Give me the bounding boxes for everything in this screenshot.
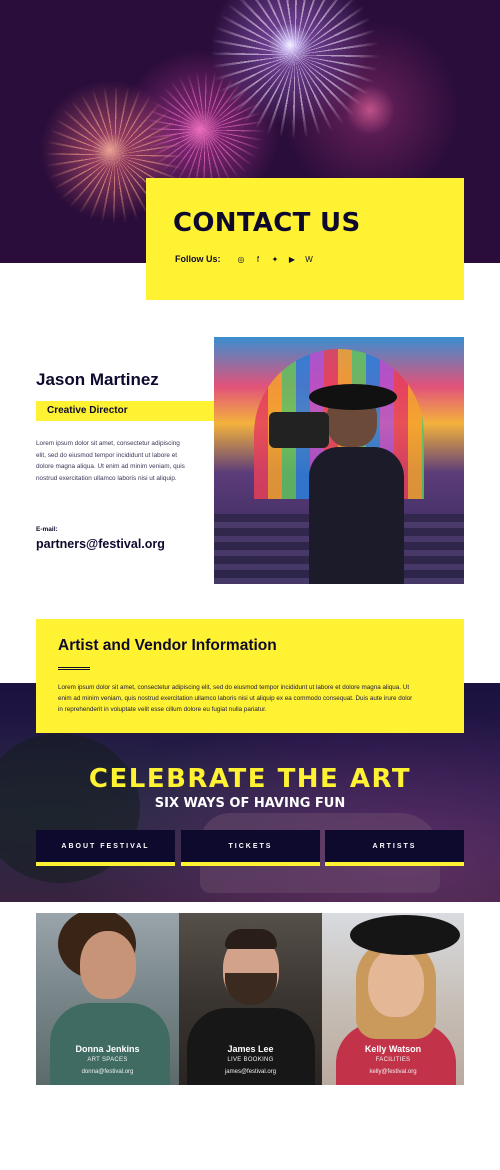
instagram-icon[interactable]: ◎ <box>233 252 250 266</box>
youtube-icon[interactable]: ▶ <box>284 252 301 266</box>
team-name: Donna Jenkins <box>75 1044 140 1054</box>
team-email[interactable]: james@festival.org <box>179 1069 322 1075</box>
firework-image <box>145 70 265 190</box>
social-follow: Follow Us: ◎ f ✦ ▶ W <box>175 252 318 266</box>
team-email[interactable]: donna@festival.org <box>36 1069 179 1075</box>
twitter-icon[interactable]: ✦ <box>267 252 284 266</box>
team-card: James Lee LIVE BOOKING james@festival.or… <box>179 913 322 1085</box>
celebrate-title: CELEBRATE THE ART <box>88 764 412 794</box>
tickets-button[interactable]: TICKETS <box>181 830 320 866</box>
team-photo <box>368 949 424 1017</box>
team-role: FACILITIES <box>375 1057 411 1063</box>
divider <box>58 667 90 670</box>
profile-bio: Lorem ipsum dolor sit amet, consectetur … <box>36 440 185 482</box>
wordpress-icon[interactable]: W <box>301 252 318 266</box>
team-card: Kelly Watson FACILITIES kelly@festival.o… <box>322 913 464 1085</box>
vendor-text: Lorem ipsum dolor sit amet, consectetur … <box>58 684 413 713</box>
artists-button[interactable]: ARTISTS <box>325 830 464 866</box>
follow-label: Follow Us: <box>175 254 221 264</box>
page-title: CONTACT US <box>173 208 361 238</box>
team-email[interactable]: kelly@festival.org <box>322 1069 464 1075</box>
team-role: ART SPACES <box>87 1057 128 1063</box>
email-label: E-mail: <box>36 526 58 533</box>
profile-photo <box>214 337 464 584</box>
contact-header-box: CONTACT US Follow Us: ◎ f ✦ ▶ W <box>146 178 464 300</box>
profile-name: Jason Martinez <box>36 370 159 389</box>
team-name: James Lee <box>227 1044 274 1054</box>
team-card: Donna Jenkins ART SPACES donna@festival.… <box>36 913 179 1085</box>
team-photo <box>80 931 136 999</box>
vendor-info-box: Artist and Vendor Information Lorem ipsu… <box>36 619 464 733</box>
camera-image <box>269 412 329 448</box>
email-link[interactable]: partners@festival.org <box>36 537 165 551</box>
facebook-icon[interactable]: f <box>250 252 267 266</box>
profile-role-bar: Creative Director <box>36 401 214 421</box>
about-festival-button[interactable]: ABOUT FESTIVAL <box>36 830 175 866</box>
team-role: LIVE BOOKING <box>227 1057 274 1063</box>
team-name: Kelly Watson <box>364 1044 422 1054</box>
vendor-title: Artist and Vendor Information <box>58 637 277 654</box>
profile-role: Creative Director <box>47 405 128 416</box>
celebrate-subtitle: SIX WAYS OF HAVING FUN <box>154 796 346 811</box>
